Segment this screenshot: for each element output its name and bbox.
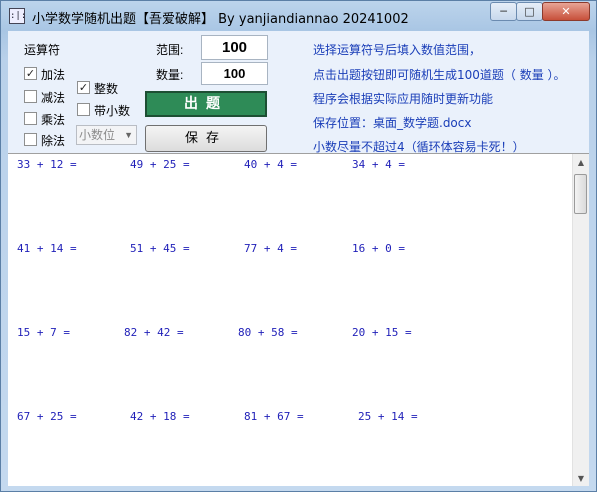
checkbox-integer-label[interactable]: 整数 bbox=[94, 80, 118, 97]
problem-item: 42 + 18 = bbox=[130, 410, 190, 423]
generate-button[interactable]: 出题 bbox=[145, 91, 267, 117]
info-line-4: 保存位置：桌面_数学题.docx bbox=[313, 116, 472, 130]
problem-item: 51 + 45 = bbox=[130, 242, 190, 255]
count-input[interactable]: 100 bbox=[201, 62, 268, 85]
count-label: 数量: bbox=[156, 68, 184, 82]
problem-item: 81 + 67 = bbox=[244, 410, 304, 423]
close-button[interactable]: ✕ bbox=[542, 2, 590, 21]
problem-item: 16 + 0 = bbox=[352, 242, 405, 255]
problem-item: 25 + 14 = bbox=[358, 410, 418, 423]
problem-item: 41 + 14 = bbox=[17, 242, 77, 255]
minimize-button[interactable]: ─ bbox=[490, 2, 517, 21]
maximize-button[interactable]: □ bbox=[516, 2, 543, 21]
checkbox-integer[interactable]: ✓ bbox=[77, 81, 90, 94]
title-bar[interactable]: :|: 小学数学随机出题【吾爱破解】 By yanjiandiannao 202… bbox=[1, 1, 596, 31]
scrollbar-thumb[interactable] bbox=[574, 174, 587, 214]
checkbox-subtract[interactable] bbox=[24, 90, 37, 103]
checkbox-decimal[interactable] bbox=[77, 103, 90, 116]
range-input[interactable]: 100 bbox=[201, 35, 268, 60]
decimal-places-select[interactable]: 小数位 ▼ bbox=[76, 125, 137, 145]
checkbox-multiply-label[interactable]: 乘法 bbox=[41, 111, 65, 128]
problem-item: 67 + 25 = bbox=[17, 410, 77, 423]
app-window: :|: 小学数学随机出题【吾爱破解】 By yanjiandiannao 202… bbox=[0, 0, 597, 492]
problem-item: 33 + 12 = bbox=[17, 158, 77, 171]
save-button[interactable]: 保存 bbox=[145, 125, 267, 152]
info-line-3: 程序会根据实际应用随时更新功能 bbox=[313, 92, 494, 106]
client-area: 运算符 ✓ 加法 减法 乘法 除法 ✓ 整数 带小数 小数位 ▼ 范围: 100… bbox=[8, 31, 589, 486]
checkbox-multiply[interactable] bbox=[24, 112, 37, 125]
range-label: 范围: bbox=[156, 43, 184, 57]
problem-item: 49 + 25 = bbox=[130, 158, 190, 171]
operator-label: 运算符 bbox=[24, 43, 61, 57]
problem-item: 40 + 4 = bbox=[244, 158, 297, 171]
info-line-1: 选择运算符号后填入数值范围， bbox=[313, 43, 482, 57]
checkbox-subtract-label[interactable]: 减法 bbox=[41, 89, 65, 106]
scroll-up-arrow-icon[interactable]: ▲ bbox=[573, 154, 589, 171]
checkbox-decimal-label[interactable]: 带小数 bbox=[94, 102, 130, 119]
decimal-places-value: 小数位 bbox=[79, 128, 116, 142]
problem-item: 80 + 58 = bbox=[238, 326, 298, 339]
window-title: 小学数学随机出题【吾爱破解】 By yanjiandiannao 2024100… bbox=[32, 12, 409, 27]
info-line-2: 点击出题按钮即可随机生成100道题（ 数量 ）。 bbox=[313, 68, 566, 82]
scroll-down-arrow-icon[interactable]: ▼ bbox=[573, 470, 589, 486]
checkbox-add[interactable]: ✓ bbox=[24, 67, 37, 80]
checkbox-divide-label[interactable]: 除法 bbox=[41, 132, 65, 149]
app-icon[interactable]: :|: bbox=[9, 8, 26, 24]
chevron-down-icon: ▼ bbox=[124, 130, 133, 140]
problems-output[interactable]: 33 + 12 = 49 + 25 = 40 + 4 = 34 + 4 = 41… bbox=[8, 153, 589, 486]
problem-item: 20 + 15 = bbox=[352, 326, 412, 339]
checkbox-add-label[interactable]: 加法 bbox=[41, 66, 65, 83]
problem-item: 77 + 4 = bbox=[244, 242, 297, 255]
problem-item: 82 + 42 = bbox=[124, 326, 184, 339]
vertical-scrollbar[interactable]: ▲ ▼ bbox=[572, 154, 589, 486]
checkbox-divide[interactable] bbox=[24, 133, 37, 146]
problem-item: 15 + 7 = bbox=[17, 326, 70, 339]
problem-item: 34 + 4 = bbox=[352, 158, 405, 171]
